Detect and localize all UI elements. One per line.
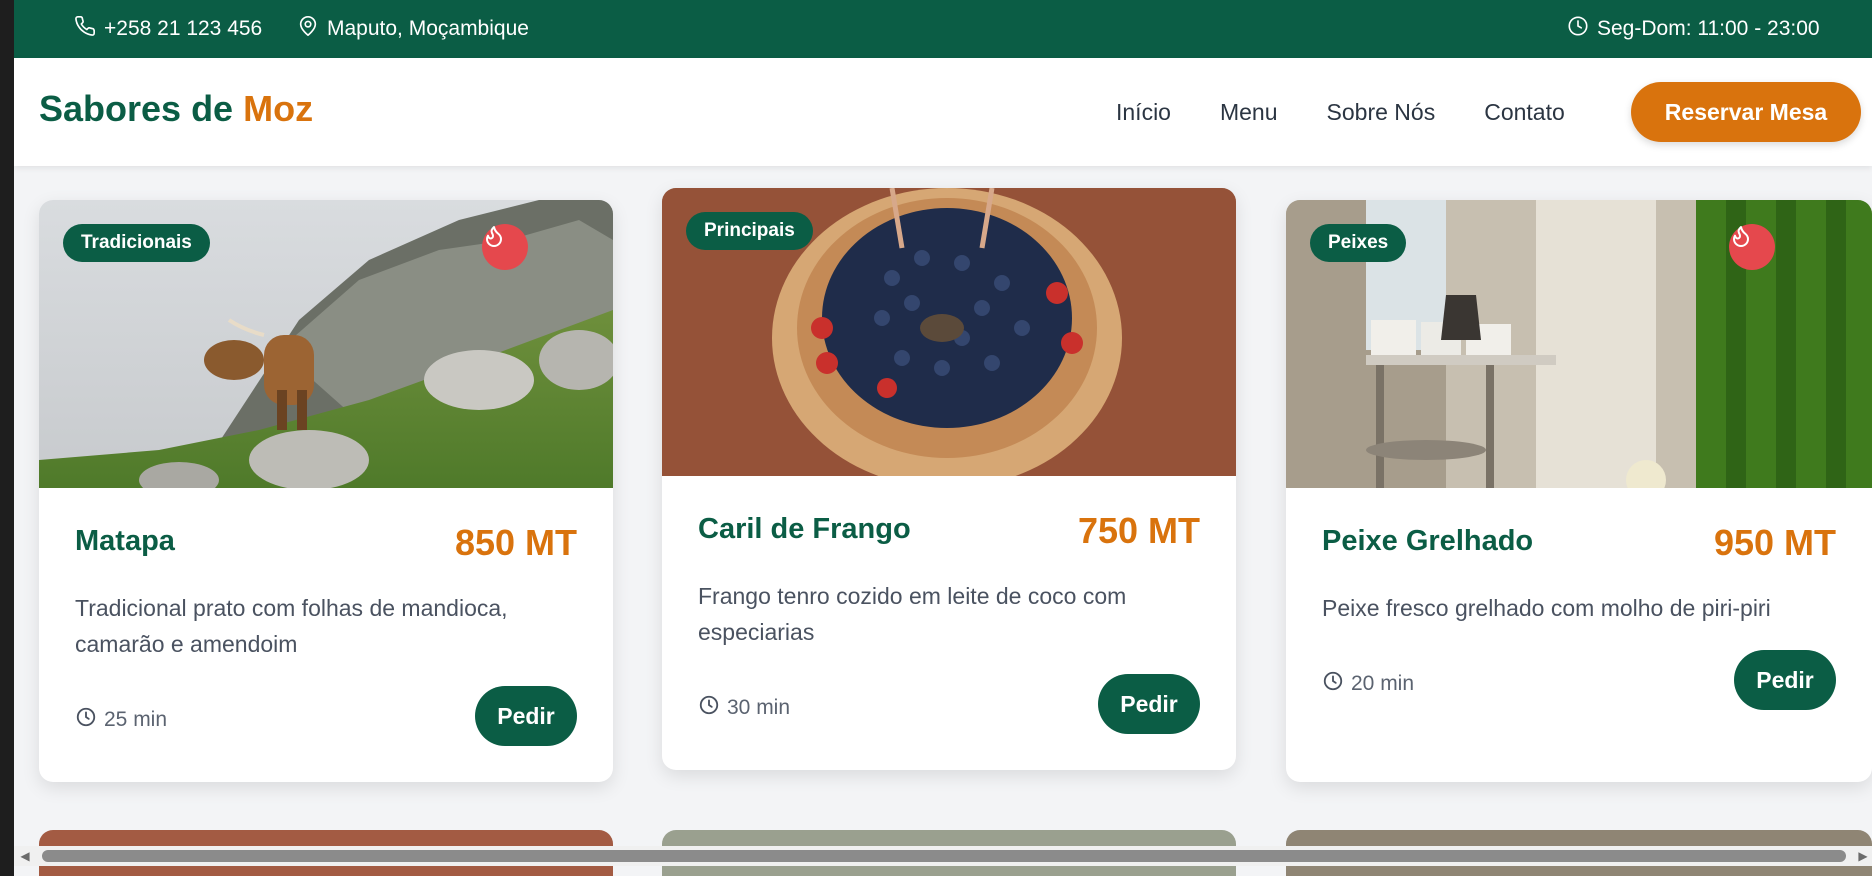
hours-text: Seg-Dom: 11:00 - 23:00 — [1597, 17, 1820, 40]
prep-time-text: 20 min — [1351, 672, 1415, 695]
dish-price: 750 MT — [1077, 510, 1200, 551]
dish-card-peixe-grelhado: Peixes Peixe Grelhado 950 MT Peixe fresc… — [1286, 200, 1872, 782]
order-button[interactable]: Pedir — [1098, 674, 1200, 734]
nav-link-contato[interactable]: Contato — [1484, 99, 1565, 126]
dish-image: Peixes — [1286, 200, 1872, 488]
brand-name-part2: Moz — [243, 88, 314, 129]
brand-name-part1: Sabores de — [39, 88, 234, 129]
clock-icon — [1322, 670, 1344, 698]
order-button[interactable]: Pedir — [1734, 650, 1836, 710]
dish-card-matapa: Tradicionais Matapa 850 MT Tradicional p… — [39, 200, 613, 782]
phone-text: +258 21 123 456 — [104, 17, 263, 40]
order-button[interactable]: Pedir — [475, 686, 577, 746]
location-info: Maputo, Moçambique — [297, 0, 529, 58]
dish-price: 850 MT — [454, 522, 577, 563]
prep-time: 30 min — [698, 694, 790, 722]
nav-link-menu[interactable]: Menu — [1220, 99, 1278, 126]
clock-icon — [75, 706, 97, 734]
clock-icon — [1567, 15, 1589, 43]
nav-links: Início Menu Sobre Nós Contato — [1116, 58, 1614, 166]
dish-price: 950 MT — [1713, 522, 1836, 563]
dish-name: Caril de Frango — [698, 513, 911, 545]
flame-icon — [1729, 224, 1775, 270]
dish-description: Frango tenro cozido em leite de coco com… — [698, 583, 1127, 645]
scroll-left-arrow-icon[interactable]: ◀ — [18, 848, 32, 864]
brand-logo[interactable]: Sabores de Moz — [39, 88, 313, 130]
category-badge: Tradicionais — [63, 224, 210, 262]
category-badge: Principais — [686, 212, 813, 250]
dish-card-caril-de-frango: Principais Caril de Frango 750 MT Frango… — [662, 188, 1236, 770]
phone-info[interactable]: +258 21 123 456 — [74, 0, 262, 58]
scroll-right-arrow-icon[interactable]: ▶ — [1856, 848, 1870, 864]
location-text: Maputo, Moçambique — [327, 17, 529, 40]
nav-link-sobre-nos[interactable]: Sobre Nós — [1327, 99, 1436, 126]
top-info-bar: +258 21 123 456 Maputo, Moçambique Seg-D… — [14, 0, 1872, 58]
map-pin-icon — [297, 15, 319, 43]
prep-time-text: 30 min — [727, 696, 791, 719]
flame-icon — [482, 224, 528, 270]
main-navbar: Sabores de Moz Início Menu Sobre Nós Con… — [14, 58, 1872, 166]
scrollbar-thumb[interactable] — [42, 850, 1846, 862]
dish-image: Principais — [662, 188, 1236, 476]
dish-description: Peixe fresco grelhado com molho de piri-… — [1322, 595, 1771, 621]
prep-time-text: 25 min — [104, 708, 168, 731]
dish-description: Tradicional prato com folhas de mandioca… — [75, 595, 508, 657]
clock-icon — [698, 694, 720, 722]
dish-image: Tradicionais — [39, 200, 613, 488]
dish-name: Matapa — [75, 525, 175, 557]
dish-name: Peixe Grelhado — [1322, 525, 1534, 557]
hours-info: Seg-Dom: 11:00 - 23:00 — [1567, 0, 1820, 58]
reserve-table-button[interactable]: Reservar Mesa — [1631, 82, 1861, 142]
phone-icon — [74, 15, 96, 43]
page: +258 21 123 456 Maputo, Moçambique Seg-D… — [14, 0, 1872, 876]
prep-time: 25 min — [75, 706, 167, 734]
category-badge: Peixes — [1310, 224, 1407, 262]
nav-link-inicio[interactable]: Início — [1116, 99, 1171, 126]
prep-time: 20 min — [1322, 670, 1414, 698]
